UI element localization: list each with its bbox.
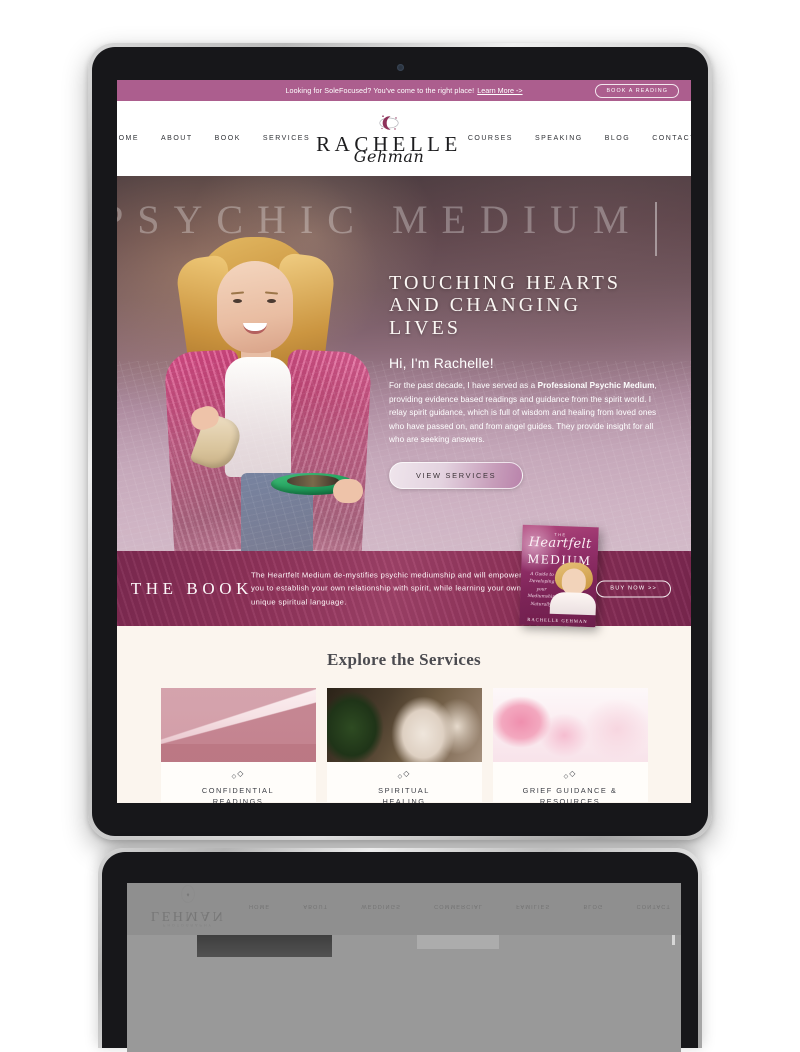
mirrored-nav-item-contact: CONTACT bbox=[636, 903, 671, 909]
service-card-label-line2: HEALING bbox=[382, 797, 426, 803]
services-heading: Explore the Services bbox=[327, 650, 481, 669]
mirrored-brand-badge-icon: ♦ bbox=[181, 885, 195, 903]
service-card-spiritual-healing[interactable]: ◇◇ SPIRITUAL HEALING bbox=[326, 688, 482, 803]
service-card-grief-guidance[interactable]: ◇◇ GRIEF GUIDANCE & RESOURCES bbox=[492, 688, 648, 803]
tablet-bezel-top: Looking for SoleFocused? You've come to … bbox=[92, 47, 708, 836]
tablet-bezel-bottom: PHOTOGRAPHY LEHMAN ♦ HOME ABOUT WEDDINGS… bbox=[102, 852, 698, 1052]
mirrored-website-content: PHOTOGRAPHY LEHMAN ♦ HOME ABOUT WEDDINGS… bbox=[127, 883, 681, 1052]
nav-item-blog[interactable]: BLOG bbox=[605, 135, 630, 142]
diamond-sparkle-icon: ◇◇ bbox=[397, 769, 411, 780]
nav-left-group: ◇◇ HOME ABOUT BOOK SERVICES bbox=[117, 134, 310, 143]
book-a-reading-button[interactable]: BOOK A READING bbox=[595, 83, 679, 98]
tablet-device-top: Looking for SoleFocused? You've come to … bbox=[88, 43, 712, 840]
front-camera-icon bbox=[396, 64, 404, 71]
book-cover-script-title: Heartfelt bbox=[528, 534, 592, 553]
nav-right-group: COURSES SPEAKING BLOG CONTACT ◇◇ bbox=[468, 134, 691, 143]
nav-item-speaking[interactable]: SPEAKING bbox=[535, 135, 583, 142]
service-card-image-mountains bbox=[160, 688, 316, 762]
announcement-bar: Looking for SoleFocused? You've come to … bbox=[117, 80, 691, 101]
mirrored-nav-item-families: FAMILIES bbox=[516, 903, 551, 909]
hero-body-bold: Professional Psychic Medium bbox=[537, 381, 655, 391]
mirrored-site-logo: PHOTOGRAPHY LEHMAN ♦ bbox=[145, 885, 231, 927]
service-card-image-angel bbox=[326, 688, 482, 762]
site-logo[interactable]: RACHELLE Gehman bbox=[316, 113, 462, 165]
nav-item-about[interactable]: ABOUT bbox=[161, 135, 193, 142]
diamond-sparkle-icon: ◇◇ bbox=[563, 769, 577, 780]
book-promo-band: THE BOOK The Heartfelt Medium de-mystifi… bbox=[117, 524, 691, 628]
tablet-screen-bottom: PHOTOGRAPHY LEHMAN ♦ HOME ABOUT WEDDINGS… bbox=[127, 883, 681, 1052]
nav-item-services[interactable]: SERVICES bbox=[263, 135, 310, 142]
tablet-screen-top: Looking for SoleFocused? You've come to … bbox=[117, 80, 691, 803]
mirrored-navigation: PHOTOGRAPHY LEHMAN ♦ HOME ABOUT WEDDINGS… bbox=[127, 883, 681, 935]
book-cover-author-photo bbox=[548, 561, 599, 616]
main-navigation: ◇◇ HOME ABOUT BOOK SERVICES RAC bbox=[117, 101, 691, 176]
service-card-label-line1: GRIEF GUIDANCE & bbox=[522, 786, 618, 795]
announcement-text: Looking for SoleFocused? You've come to … bbox=[285, 86, 475, 95]
hero-greeting: Hi, I'm Rachelle! bbox=[389, 355, 494, 372]
hero-watermark-divider bbox=[655, 202, 657, 256]
rachelle-portrait-photo bbox=[155, 211, 385, 551]
crescent-moon-logo-icon bbox=[379, 114, 399, 130]
brand-script-text: Gehman bbox=[353, 146, 425, 166]
service-card-label-line2: RESOURCES bbox=[539, 797, 601, 803]
mirrored-brand-tagline: PHOTOGRAPHY bbox=[163, 923, 213, 927]
hero-section: PSYCHIC MEDIUM TOUCHING HEARTS AND CHANG… bbox=[117, 176, 691, 551]
view-services-button[interactable]: VIEW SERVICES bbox=[389, 461, 524, 489]
nav-item-book[interactable]: BOOK bbox=[215, 135, 241, 142]
service-card-image-blossom bbox=[492, 688, 648, 762]
mirrored-nav-item-about: ABOUT bbox=[303, 903, 329, 909]
nav-item-courses[interactable]: COURSES bbox=[468, 135, 513, 142]
buy-now-button[interactable]: BUY NOW >> bbox=[596, 580, 671, 597]
service-card-confidential-readings[interactable]: ◇◇ CONFIDENTIAL READINGS bbox=[160, 688, 316, 803]
hero-copy-block: TOUCHING HEARTS AND CHANGING LIVES Hi, I… bbox=[389, 272, 659, 489]
mirrored-nav-item-weddings: WEDDINGS bbox=[361, 903, 401, 909]
nav-item-contact[interactable]: CONTACT bbox=[652, 135, 691, 142]
mirrored-nav-item-home: HOME bbox=[249, 903, 271, 909]
nav-item-home[interactable]: HOME bbox=[117, 135, 139, 142]
service-card-label-line2: READINGS bbox=[212, 797, 264, 803]
diamond-sparkle-icon: ◇◇ bbox=[231, 769, 245, 780]
book-band-copy: The Heartfelt Medium de-mystifies psychi… bbox=[251, 569, 523, 607]
mirrored-brand-name: LEHMAN bbox=[150, 908, 226, 923]
hero-title-line2: AND CHANGING LIVES bbox=[389, 294, 582, 339]
mirrored-nav-items: HOME ABOUT WEDDINGS COMMERCIAL FAMILIES … bbox=[249, 903, 671, 909]
service-card-label-line1: CONFIDENTIAL bbox=[201, 786, 275, 795]
mirrored-page-body bbox=[127, 935, 681, 1052]
services-card-list: ◇◇ CONFIDENTIAL READINGS ◇◇ SPIRITUAL HE… bbox=[117, 688, 691, 803]
book-cover-image[interactable]: THE Heartfelt MEDIUM A Guide to Developi… bbox=[519, 524, 599, 628]
mirrored-nav-item-blog: BLOG bbox=[583, 903, 604, 909]
hero-title-line1: TOUCHING HEARTS bbox=[389, 272, 622, 294]
tablet-device-bottom: PHOTOGRAPHY LEHMAN ♦ HOME ABOUT WEDDINGS… bbox=[98, 848, 702, 1052]
hero-body-text: For the past decade, I have served as a … bbox=[389, 381, 657, 445]
service-card-label-line1: SPIRITUAL bbox=[378, 786, 430, 795]
announcement-learn-more-link[interactable]: Learn More -> bbox=[477, 86, 522, 95]
services-section: Explore the Services ◇◇ CONFIDENTIAL REA… bbox=[117, 626, 691, 803]
book-band-title: THE BOOK bbox=[130, 578, 253, 598]
mirrored-nav-item-commercial: COMMERCIAL bbox=[434, 903, 484, 909]
